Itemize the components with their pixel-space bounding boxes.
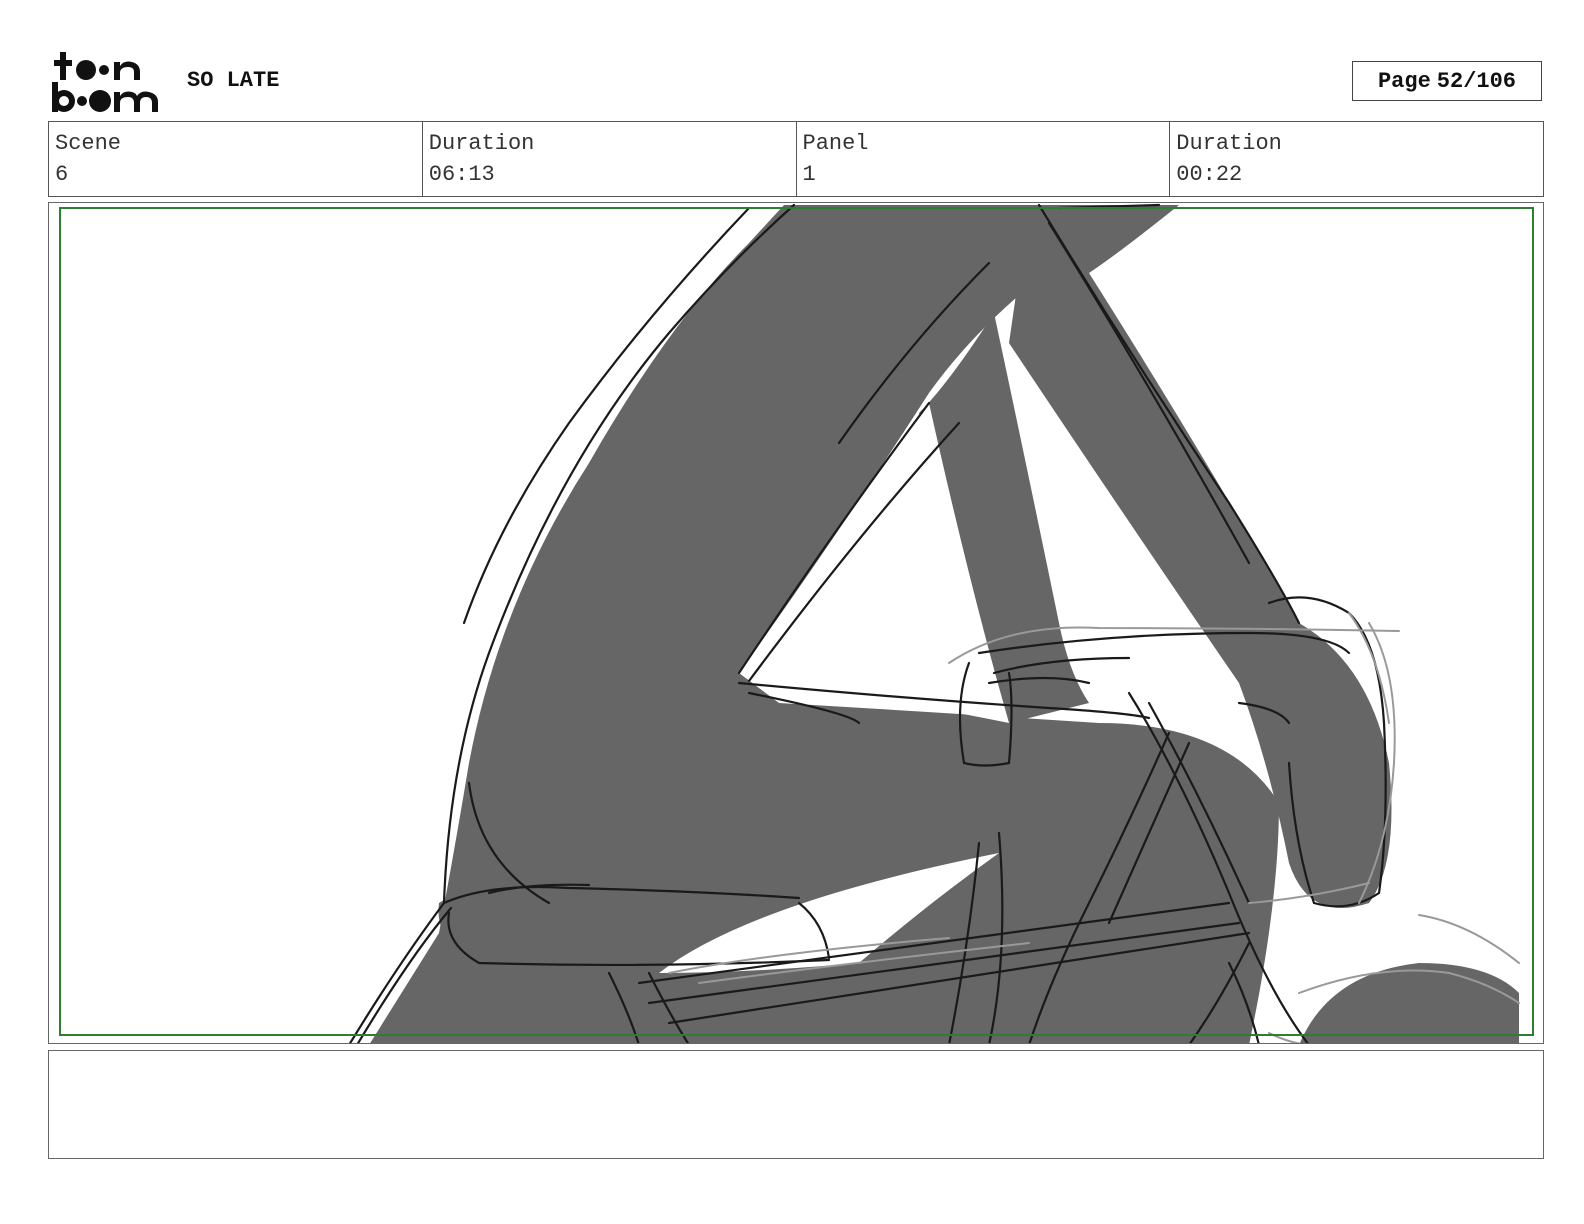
- storyboard-panel: [48, 202, 1544, 1044]
- scene-number: 6: [55, 162, 69, 187]
- panel-number: 1: [802, 162, 816, 187]
- panel-sketch-image: [59, 203, 1534, 1043]
- page-label: Page: [1377, 68, 1431, 94]
- wheel-fill: [1299, 963, 1519, 1043]
- panel-notes-box: [48, 1050, 1544, 1159]
- panel-duration-label: Duration: [1176, 131, 1282, 156]
- panel-duration-value: 00:22: [1176, 162, 1243, 187]
- page-indicator: Page 52/106: [1352, 61, 1542, 101]
- scene-duration-value: 06:13: [428, 162, 495, 187]
- panel-cell: Panel 1: [797, 122, 1171, 196]
- panel-label: Panel: [802, 131, 869, 156]
- scene-duration-label: Duration: [428, 131, 535, 156]
- panel-duration-cell: Duration 00:22: [1170, 122, 1543, 196]
- scene-cell: Scene 6: [49, 122, 423, 196]
- scene-label: Scene: [55, 131, 122, 156]
- page-number: 52/106: [1436, 68, 1517, 94]
- scene-duration-cell: Duration 06:13: [423, 122, 797, 196]
- toon-boom-logo: [52, 52, 158, 112]
- project-title: SO LATE: [187, 68, 280, 93]
- storyboard-info-table: Scene 6 Duration 06:13 Panel 1 Duration …: [48, 121, 1544, 197]
